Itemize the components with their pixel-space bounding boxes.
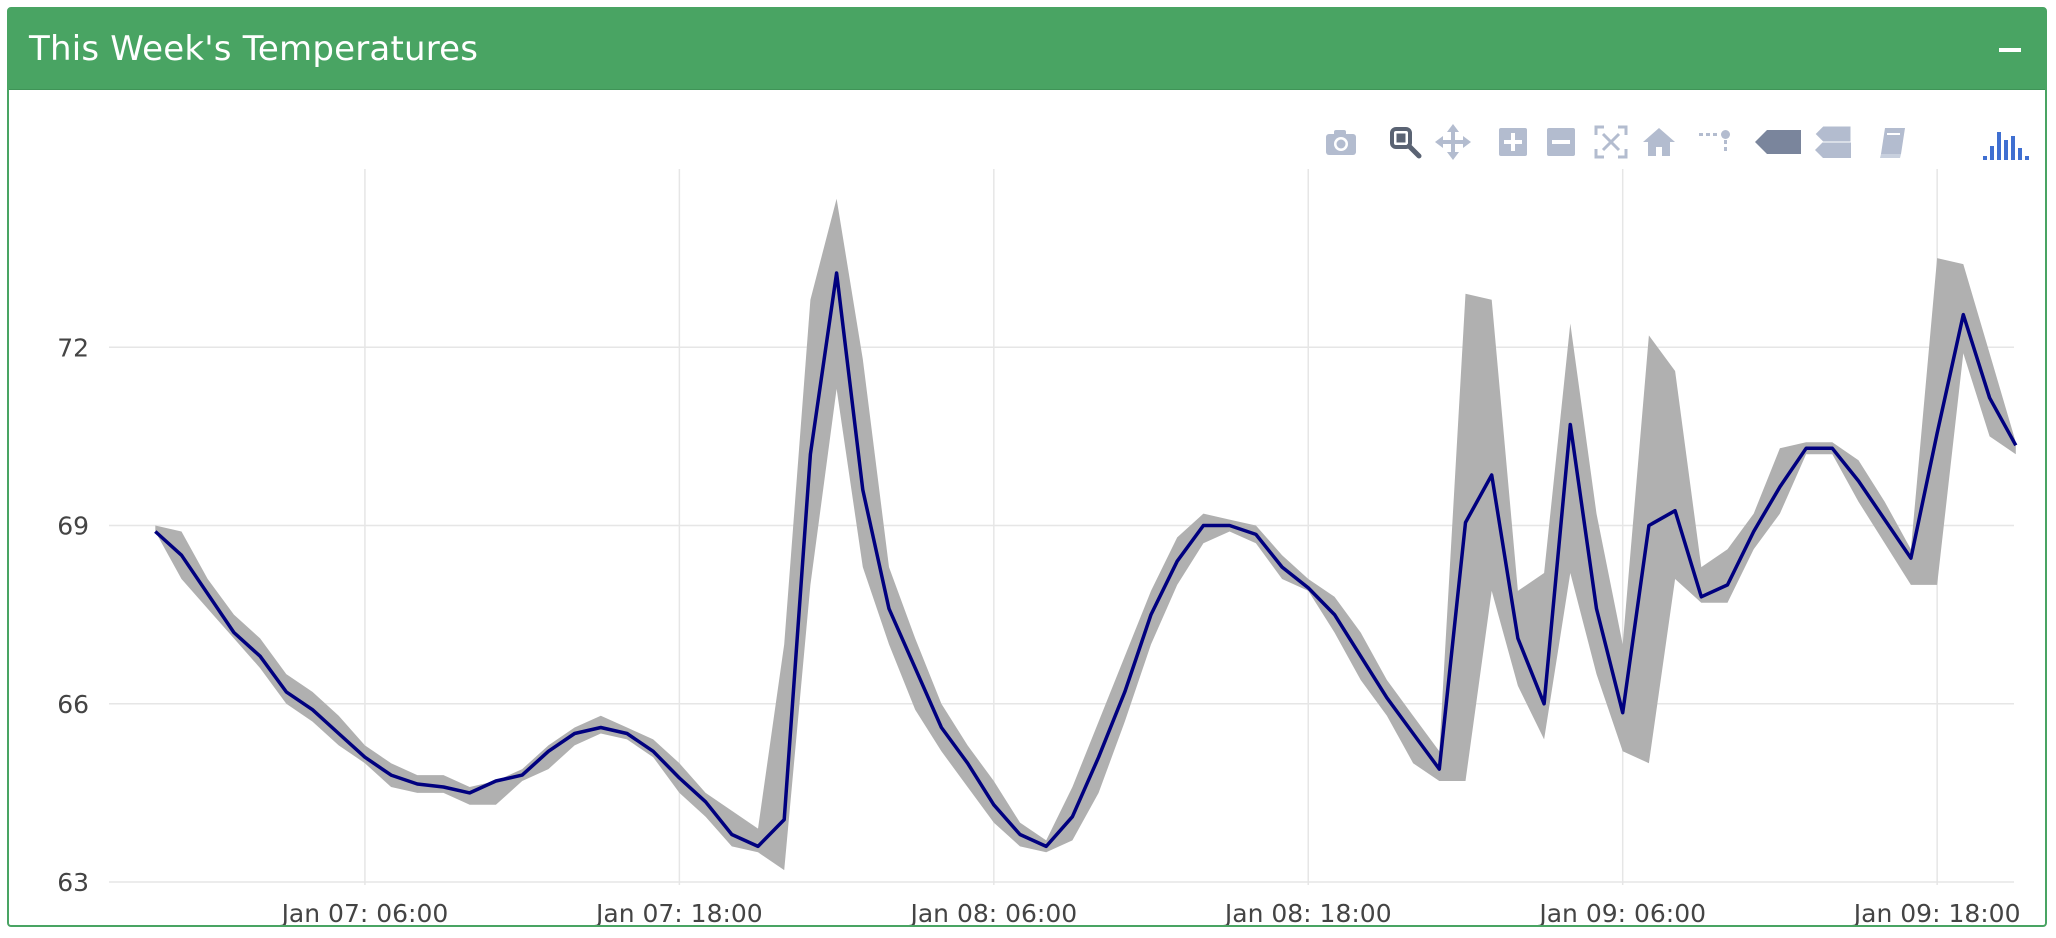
zoom-out-icon [1547, 128, 1575, 156]
plotly-logo-button[interactable] [1981, 122, 2031, 162]
panel-header: This Week's Temperatures [9, 9, 2045, 90]
camera-icon [1326, 130, 1356, 155]
plotly-logo-icon [1983, 132, 2029, 160]
collapse-button[interactable] [1999, 37, 2023, 61]
temperature-range-band [155, 198, 2016, 871]
modebar [1321, 122, 2029, 162]
x-tick-label: Jan 07: 06:00 [280, 899, 449, 925]
zoom-in-button[interactable] [1493, 122, 1533, 162]
pan-button[interactable] [1433, 122, 1473, 162]
temperature-panel: This Week's Temperatures 63 66 69 72 Jan 07… [7, 7, 2047, 928]
chart-area[interactable]: 63 66 69 72 Jan 07: 06:00 Jan 07: 18:00 Jan 0… [9, 89, 2045, 928]
x-tick-label: Jan 07: 18:00 [594, 899, 763, 925]
reset-axes-icon [1643, 128, 1675, 156]
autoscale-button[interactable] [1591, 122, 1631, 162]
camera-button[interactable] [1321, 122, 1361, 162]
hover-closest-button[interactable] [1753, 122, 1803, 162]
x-tick-label: Jan 09: 18:00 [1852, 899, 2021, 925]
y-tick-label: 63 [57, 868, 89, 897]
temperature-chart[interactable]: 63 66 69 72 Jan 07: 06:00 Jan 07: 18:00 Jan 0… [9, 89, 2045, 928]
zoom-button[interactable] [1385, 122, 1425, 162]
autoscale-icon [1594, 125, 1628, 159]
y-tick-label: 72 [57, 333, 89, 362]
hover-closest-icon [1755, 130, 1801, 154]
y-tick-label: 69 [57, 512, 89, 541]
book-button[interactable] [1873, 122, 1913, 162]
zoom-icon [1390, 127, 1422, 159]
spike-lines-button[interactable] [1697, 122, 1737, 162]
book-icon [1880, 128, 1905, 158]
hover-compare-icon [1814, 125, 1852, 158]
y-tick-label: 66 [57, 690, 89, 719]
spike-lines-icon [1699, 130, 1730, 151]
zoom-in-icon [1499, 128, 1527, 156]
reset-axes-button[interactable] [1639, 122, 1679, 162]
hover-compare-button[interactable] [1813, 122, 1853, 162]
zoom-out-button[interactable] [1541, 122, 1581, 162]
pan-icon [1435, 124, 1471, 160]
panel-title: This Week's Temperatures [29, 29, 479, 69]
x-tick-label: Jan 08: 06:00 [908, 899, 1077, 925]
x-tick-label: Jan 09: 06:00 [1537, 899, 1706, 925]
x-tick-label: Jan 08: 18:00 [1223, 899, 1392, 925]
